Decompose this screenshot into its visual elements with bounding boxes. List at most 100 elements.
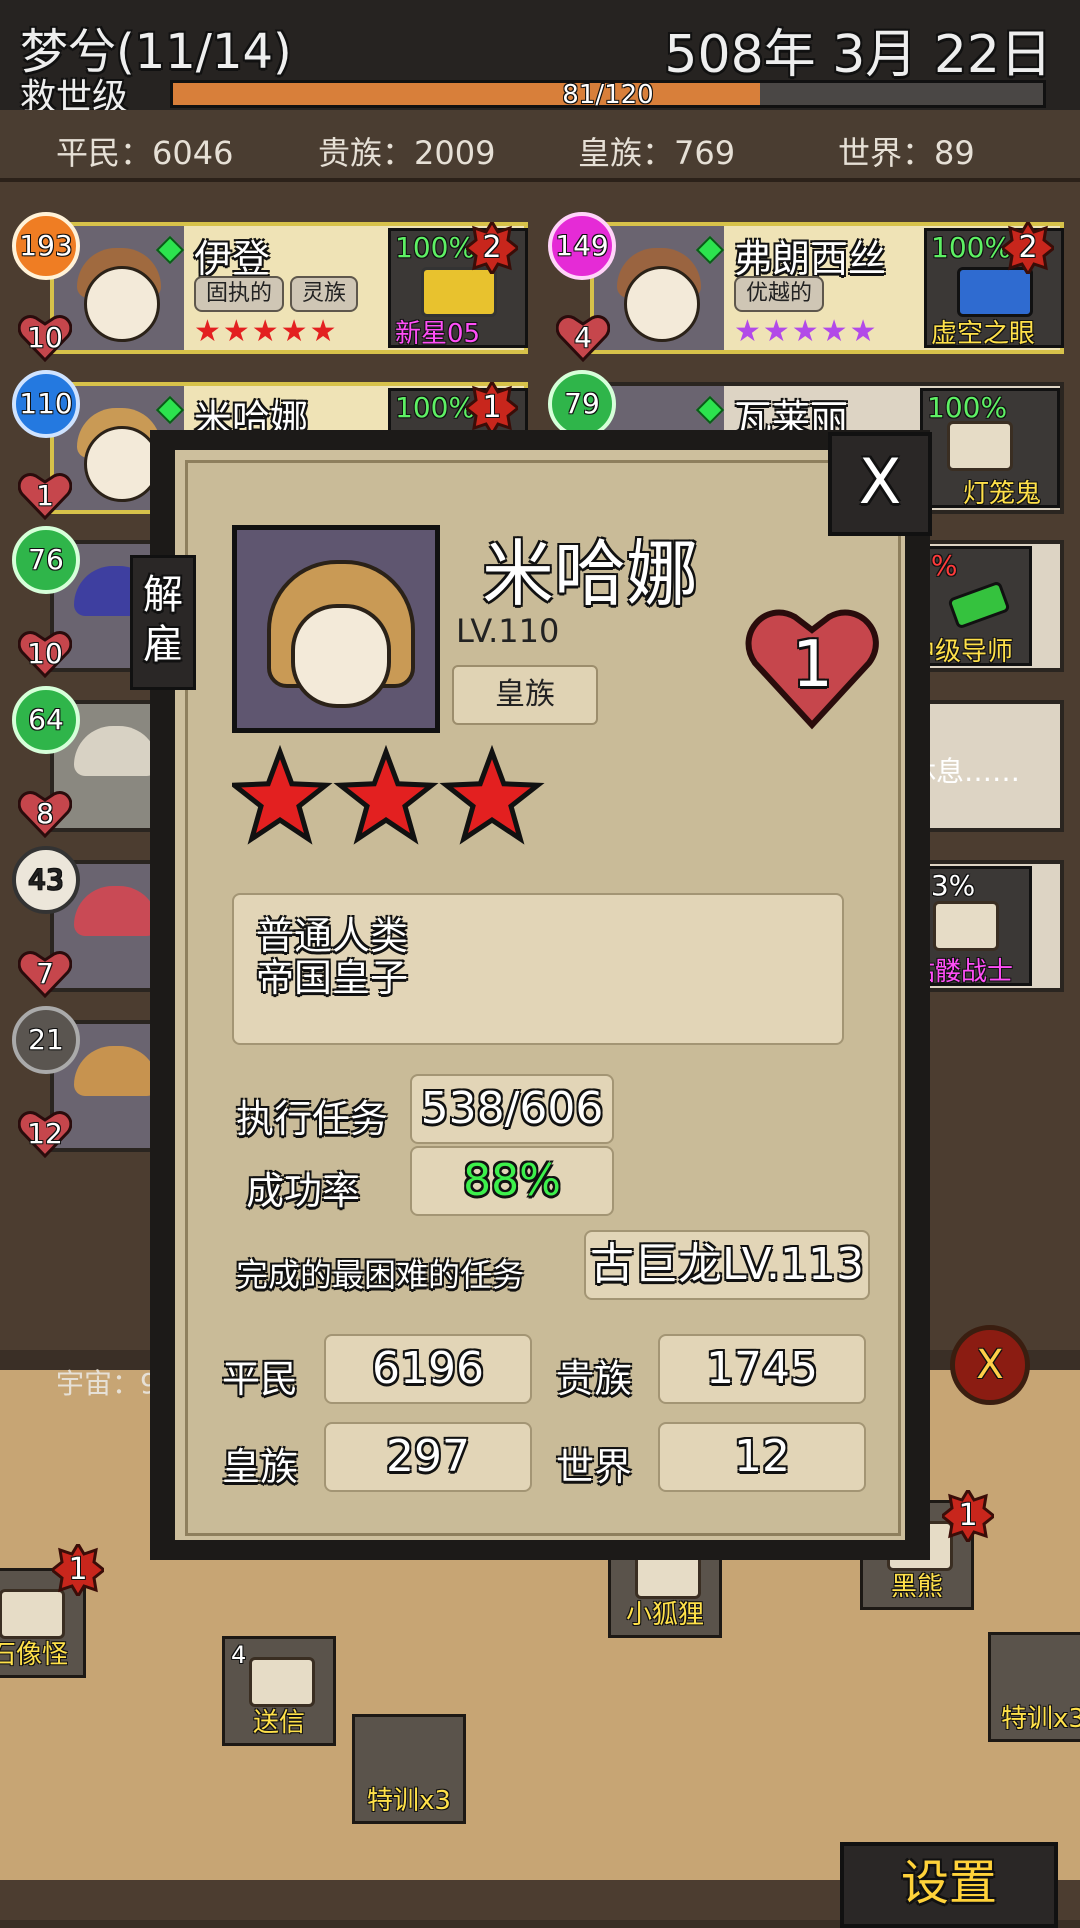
heart-value: 12	[27, 1117, 63, 1150]
stat-commoner: 平民：6046	[56, 134, 234, 172]
stat-noble: 贵族：2009	[318, 134, 496, 172]
level-badge: 64	[12, 686, 80, 754]
count-badge-value: 1	[482, 390, 502, 425]
level-badge: 149	[548, 212, 616, 280]
task-progress: 100%	[927, 391, 1008, 424]
rank-progress-bar: 81/120	[170, 80, 1046, 110]
dismiss-button[interactable]: 解雇	[130, 555, 196, 690]
count-badge-value: 2	[482, 230, 502, 265]
success-rate-label: 成功率	[246, 1169, 361, 1213]
hero-hearts: 1	[792, 628, 833, 702]
world-value: 12	[658, 1422, 866, 1492]
count-badge-value: 1	[958, 1498, 978, 1533]
star-icon	[227, 744, 333, 845]
hair-icon	[74, 886, 158, 936]
task-name: 灯笼鬼	[963, 479, 1042, 509]
hero-level: LV.110	[456, 612, 560, 650]
missions-value: 538/606	[410, 1074, 614, 1144]
quest-label: 石像怪	[0, 1640, 68, 1670]
hero-name: 弗朗西丝	[734, 237, 887, 281]
heart-badge: 8	[18, 790, 72, 838]
face-icon	[84, 426, 160, 502]
face-icon	[291, 604, 391, 708]
heart-value: 1	[36, 479, 54, 512]
heart-value: 4	[574, 321, 592, 354]
commoner-label: 平民	[222, 1357, 299, 1401]
stat-royal: 皇族：769	[578, 134, 736, 172]
quest-label: 特训x3	[1001, 1704, 1080, 1734]
quest-item[interactable]: 4 送信	[222, 1636, 336, 1746]
stat-world: 世界：89	[838, 134, 975, 172]
royal-value: 297	[324, 1422, 532, 1492]
hardest-mission-label: 完成的最困难的任务	[236, 1256, 525, 1294]
task-progress: 100%	[395, 391, 476, 424]
count-badge: 1	[466, 382, 518, 434]
quest-label: 黑熊	[890, 1572, 943, 1602]
hero-card[interactable]: 伊登 固执的 灵族 ★★★★★ 100% 新星05	[50, 222, 528, 354]
heart-badge: 7	[18, 950, 72, 998]
heart-badge: 10	[18, 314, 72, 362]
level-badge: 76	[12, 526, 80, 594]
heart-value: 7	[36, 957, 54, 990]
level-badge: 21	[12, 1006, 80, 1074]
commoner-value: 6196	[324, 1334, 532, 1404]
hardest-mission-value: 古巨龙LV.113	[584, 1230, 870, 1300]
hero-race: 灵族	[290, 276, 359, 312]
description-line: 帝国皇子	[256, 956, 409, 1000]
task-progress: 100%	[931, 231, 1012, 264]
level-badge: 193	[12, 212, 80, 280]
stars-svg	[227, 744, 545, 845]
hero-portrait	[232, 525, 440, 733]
hero-stars	[227, 744, 552, 859]
star-icon	[439, 744, 545, 845]
crossed-swords-icon[interactable]: X	[950, 1325, 1030, 1405]
scroll-icon	[957, 267, 1033, 317]
hero-description: 普通人类 帝国皇子	[232, 893, 844, 1045]
hero-trait: 优越的	[734, 276, 825, 312]
close-button[interactable]: X	[828, 432, 932, 536]
scroll-icon	[421, 267, 497, 317]
heart-badge: 10	[18, 630, 72, 678]
count-badge-value: 2	[1018, 230, 1038, 265]
missions-label: 执行任务	[236, 1097, 389, 1141]
quest-item[interactable]: 特训x3	[352, 1714, 466, 1824]
hero-trait: 固执的	[194, 276, 285, 312]
reputation-stats: 平民：6046 贵族：2009 皇族：769 世界：89	[0, 110, 1080, 182]
face-icon	[624, 266, 700, 342]
scroll-icon	[947, 580, 1011, 630]
rank-progress-text: 81/120	[562, 80, 654, 110]
dismiss-label: 解雇	[143, 572, 183, 668]
heart-value: 10	[27, 637, 63, 670]
quest-label: 特训x3	[367, 1786, 451, 1816]
count-badge: 2	[1002, 222, 1054, 274]
level-badge: 79	[548, 370, 616, 438]
heart-badge: 4	[556, 314, 610, 362]
hero-card[interactable]: 弗朗西丝 优越的 ★★★★★ 100% 虚空之眼	[590, 222, 1064, 354]
settings-button[interactable]: 设置	[840, 1842, 1058, 1928]
hero-name: 伊登	[194, 237, 271, 281]
success-rate-value: 88%	[410, 1146, 614, 1216]
quest-label: 送信	[252, 1708, 305, 1738]
quest-item[interactable]: 特训x3	[988, 1632, 1080, 1742]
count-badge: 1	[52, 1544, 104, 1596]
hero-stars: ★★★★★	[194, 314, 339, 349]
heart-value: 8	[36, 797, 54, 830]
hero-class: 皇族	[452, 665, 598, 725]
top-bar: 梦兮(11/14) 508年 3月 22日 救世级 81/120	[0, 0, 1080, 118]
level-badge: 110	[12, 370, 80, 438]
heart-badge: 1	[18, 472, 72, 520]
noble-value: 1745	[658, 1334, 866, 1404]
scroll-icon	[249, 1657, 315, 1707]
hero-stars: ★★★★★	[734, 314, 879, 349]
royal-label: 皇族	[222, 1445, 299, 1489]
task-name: 虚空之眼	[931, 319, 1036, 349]
heart-badge: 12	[18, 1110, 72, 1158]
hero-task[interactable]: 100% 灯笼鬼	[920, 388, 1060, 509]
level-badge: 43	[12, 846, 80, 914]
task-progress: 100%	[395, 231, 476, 264]
hero-name: 米哈娜	[482, 532, 699, 616]
count-badge: 2	[466, 222, 518, 274]
heart-value: 10	[27, 321, 63, 354]
quest-label: 小狐狸	[625, 1600, 704, 1630]
game-date: 508年 3月 22日	[664, 25, 1052, 85]
